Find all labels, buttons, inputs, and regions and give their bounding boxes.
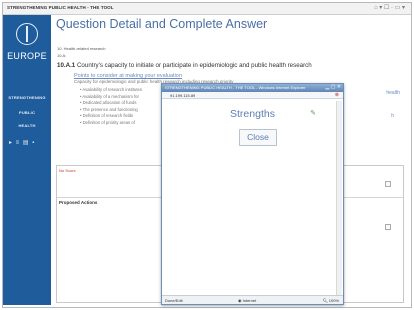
zoom-icon: 🔍︎ [322, 298, 328, 303]
security-icon: ⊗ [334, 92, 339, 98]
status-done: Done/Edit [165, 298, 183, 303]
address-text: 91.199.115.89 [170, 93, 196, 98]
status-zone: ◉ Internet [238, 298, 256, 303]
browser-toolbar: STRENGTHENING PUBLIC HEALTH - THE TOOL ⌂… [3, 3, 411, 15]
who-logo-icon [16, 23, 38, 45]
breadcrumb-section[interactable]: 10. Health-related research [57, 46, 105, 51]
text-fragment: health [386, 90, 400, 96]
sidebar-item-strengthening[interactable]: STRENGTHENING [3, 95, 51, 100]
popup-titlebar[interactable]: STRENGTHENING PUBLIC HEALTH - THE TOOL -… [162, 84, 343, 92]
actions-checkbox[interactable] [385, 224, 391, 230]
sidebar-logo-label: EUROPE [7, 51, 47, 61]
popup-status-bar: Done/Edit ◉ Internet 🔍︎ 100% [162, 295, 343, 304]
breadcrumb-subsection[interactable]: 10.A: [57, 53, 66, 58]
toolbar-icons[interactable]: ⌂ ▾ ☐ · ▭ ▾ [374, 4, 405, 11]
close-button[interactable]: Close [239, 129, 277, 146]
zoom-level[interactable]: 🔍︎ 100% [323, 298, 339, 303]
popup-scrollbar[interactable] [336, 101, 342, 297]
globe-icon: ◉ [238, 298, 242, 303]
popup-title: STRENGTHENING PUBLIC HEALTH - THE TOOL -… [165, 85, 306, 90]
app-tab[interactable]: STRENGTHENING PUBLIC HEALTH - THE TOOL [7, 5, 114, 10]
consideration-list: Availability of research institutes Avai… [80, 87, 160, 126]
status-zone-label: Internet [242, 298, 257, 303]
sidebar-tool-icons[interactable]: ▸ ≡ ▤ ▪ [9, 139, 35, 146]
question-line: 10.A.1 Country's capacity to initiate or… [57, 62, 312, 69]
zoom-value: 100% [328, 298, 339, 303]
sidebar-item-public[interactable]: PUBLIC [3, 110, 51, 115]
popup-address-bar[interactable]: 91.199.115.89 ⊗ [162, 92, 343, 99]
list-item: Definition of priority areas of [80, 120, 160, 127]
score-label: No Score [59, 168, 76, 173]
strengths-popup-window: STRENGTHENING PUBLIC HEALTH - THE TOOL -… [161, 83, 344, 305]
proposed-actions-label: Proposed Actions [59, 200, 98, 205]
page-title: Question Detail and Complete Answer [56, 17, 268, 31]
score-checkbox[interactable] [385, 181, 391, 187]
window-control-icons[interactable]: ▁ ▢ ✕ [325, 84, 341, 90]
sidebar-item-health[interactable]: HEALTH [3, 123, 51, 128]
sidebar: EUROPE STRENGTHENING PUBLIC HEALTH ▸ ≡ ▤… [3, 15, 51, 305]
text-fragment: h [391, 113, 394, 119]
question-code: 10.A.1 [57, 62, 76, 69]
edit-icon[interactable]: ✎ [310, 109, 316, 117]
question-text: Country's capacity to initiate or partic… [76, 62, 312, 69]
